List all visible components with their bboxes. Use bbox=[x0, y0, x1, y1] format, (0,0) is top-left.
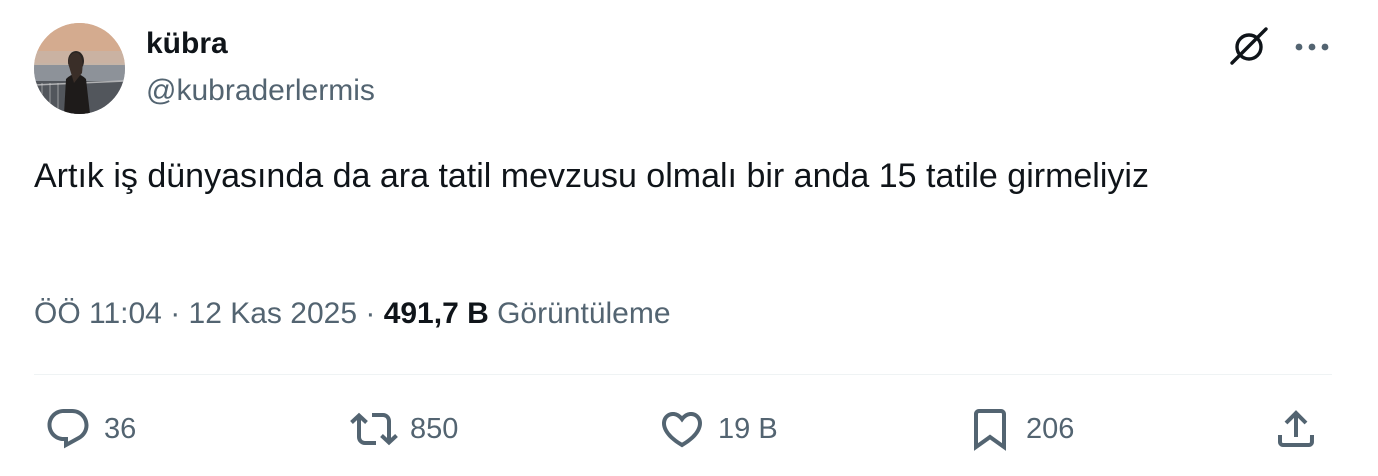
reply-icon bbox=[44, 405, 92, 453]
retweet-button[interactable]: 850 bbox=[350, 404, 458, 454]
more-icon[interactable] bbox=[1290, 30, 1334, 64]
reply-count: 36 bbox=[104, 412, 137, 445]
reply-button[interactable]: 36 bbox=[44, 404, 136, 454]
share-button[interactable] bbox=[1272, 404, 1320, 454]
share-icon bbox=[1272, 405, 1320, 453]
like-button[interactable]: 19 B bbox=[658, 404, 778, 454]
heart-icon bbox=[658, 405, 706, 453]
views-count[interactable]: 491,7 B bbox=[384, 297, 489, 330]
bookmark-button[interactable]: 206 bbox=[966, 404, 1074, 454]
display-name[interactable]: kübra bbox=[146, 26, 228, 62]
views-label: Görüntüleme bbox=[488, 297, 671, 330]
avatar[interactable] bbox=[34, 23, 125, 114]
user-handle[interactable]: @kubraderlermis bbox=[146, 73, 375, 109]
tweet-text: Artık iş dünyasında da ara tatil mevzusu… bbox=[34, 157, 1149, 195]
tweet-time[interactable]: ÖÖ 11:04 bbox=[34, 297, 162, 330]
meta-separator: · bbox=[161, 297, 189, 330]
like-count: 19 B bbox=[718, 412, 778, 445]
retweet-icon bbox=[350, 405, 398, 453]
tweet-card: kübra @kubraderlermis Artık iş dünyasınd… bbox=[0, 0, 1378, 476]
tweet-meta: ÖÖ 11:04 · 12 Kas 2025 · 491,7 B Görüntü… bbox=[34, 294, 671, 334]
meta-separator: · bbox=[357, 297, 384, 330]
bookmark-count: 206 bbox=[1026, 412, 1075, 445]
divider bbox=[34, 374, 1332, 375]
tweet-date[interactable]: 12 Kas 2025 bbox=[189, 297, 357, 330]
bookmark-icon bbox=[966, 405, 1014, 453]
grok-icon[interactable] bbox=[1226, 24, 1272, 70]
retweet-count: 850 bbox=[410, 412, 459, 445]
